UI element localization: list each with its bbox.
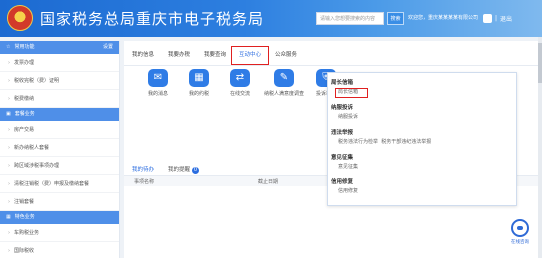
- main-tabs: 我的信息 我要办税 我要查询 互动中心 公众服务: [124, 41, 540, 66]
- online-consult-widget[interactable]: 在线咨询: [507, 219, 533, 254]
- sidebar-item[interactable]: › 新办纳税人套餐: [0, 139, 119, 157]
- message-icon: ✉: [148, 69, 168, 87]
- sidebar-item-label: 税收完税（费）证明: [14, 78, 60, 84]
- menu-group-title: 违法举报: [331, 130, 354, 136]
- header-separator: |: [495, 15, 498, 22]
- sidebar-item-label: 车购税业务: [14, 230, 40, 236]
- sidebar-item[interactable]: › 税费缴纳: [0, 90, 119, 108]
- menu-group-title: 纳服投诉: [331, 105, 354, 111]
- sidebar-item-label: 发票办理: [14, 60, 35, 66]
- sidebar-section-package[interactable]: ▣ 套餐业务: [0, 108, 119, 121]
- menu-group-director-mailbox: 局长信箱 局长信箱: [328, 79, 518, 98]
- logout-link[interactable]: 退出: [500, 14, 512, 23]
- icon-label: 在线交流: [229, 91, 250, 97]
- icon-label: 纳税人满意度调查: [264, 91, 305, 97]
- sidebar-item-label: 新办纳税人套餐: [14, 145, 50, 151]
- menu-group-service-complaint: 纳服投诉 纳服投诉: [328, 104, 518, 121]
- menu-item-service-complaint[interactable]: 纳服投诉: [328, 113, 518, 121]
- my-messages-button[interactable]: ✉ 我的消息: [138, 69, 178, 97]
- header-user-area: ▼ | 退出: [483, 11, 512, 26]
- sidebar-item[interactable]: › 发票办理: [0, 54, 119, 72]
- menu-group-title: 信用修复: [331, 179, 354, 185]
- tab-public-service[interactable]: 公众服务: [275, 50, 297, 58]
- column-header-deadline: 截止日期: [258, 179, 279, 185]
- highlight-box: [231, 46, 269, 65]
- tax-logo-icon: [7, 5, 33, 31]
- package-icon: ▣: [6, 111, 11, 117]
- menu-group-violation-report: 违法举报 税务违法行为检举 税务干部违纪违法举报: [328, 129, 518, 146]
- grid-icon: ▦: [6, 214, 11, 220]
- bullet-icon: ›: [8, 60, 10, 66]
- top-header: 国家税务总局重庆市电子税务局 请输入您想要搜索的内容 搜索 欢迎您，重庆某某某某…: [0, 0, 542, 37]
- menu-item-tax-violation-report[interactable]: 税务违法行为检举: [338, 139, 378, 145]
- sidebar-item[interactable]: › 跨区域涉税事项办理: [0, 157, 119, 175]
- tab-my-reminders[interactable]: 我的提醒 0: [168, 165, 200, 174]
- sidebar: ☆ 常用功能 设置 › 发票办理 › 税收完税（费）证明 › 税费缴纳 ▣ 套餐业务 › 房…: [0, 41, 120, 258]
- sidebar-item[interactable]: › 税收完税（费）证明: [0, 72, 119, 90]
- tab-tax-handling[interactable]: 我要办税: [168, 50, 190, 58]
- robot-icon: [511, 219, 529, 237]
- tab-query[interactable]: 我要查询: [204, 50, 226, 58]
- satisfaction-survey-button[interactable]: ✎ 纳税人满意度调查: [264, 69, 304, 97]
- bullet-icon: ›: [8, 248, 10, 254]
- sidebar-item-label: 国际税收: [14, 248, 35, 254]
- sidebar-item[interactable]: › 国际税收: [0, 242, 119, 258]
- icon-label: 我的消息: [147, 91, 168, 97]
- sidebar-item[interactable]: › 车购税业务: [0, 224, 119, 242]
- bullet-icon: ›: [8, 181, 10, 187]
- sidebar-item-label: 税费缴纳: [14, 96, 35, 102]
- site-title: 国家税务总局重庆市电子税务局: [40, 10, 265, 28]
- menu-group-credit-repair: 信用修复 信用修复: [328, 178, 518, 195]
- star-icon: ☆: [6, 44, 11, 50]
- tab-label: 我的提醒: [168, 167, 191, 173]
- page-scrollbar[interactable]: [538, 37, 542, 258]
- search-button[interactable]: 搜索: [387, 12, 404, 25]
- search-input[interactable]: 请输入您想要搜索的内容: [316, 12, 384, 25]
- menu-item-credit-repair[interactable]: 信用修复: [328, 187, 518, 195]
- menu-group-title: 局长信箱: [331, 80, 354, 86]
- online-consult-label: 在线咨询: [511, 240, 529, 245]
- tab-my-info[interactable]: 我的信息: [132, 50, 154, 58]
- sidebar-item-label: 清税注销税（费）申报及缴纳套餐: [14, 181, 90, 187]
- reminder-count-badge: 0: [192, 167, 200, 174]
- sidebar-item-label: 跨区域涉税事项办理: [14, 163, 60, 169]
- welcome-text: 欢迎您，重庆某某某某有限公司: [408, 15, 479, 21]
- icon-label: 我的约税: [188, 91, 209, 97]
- sidebar-section-title: 套餐业务: [14, 111, 35, 117]
- bullet-icon: ›: [8, 145, 10, 151]
- menu-group-title: 意见征集: [331, 155, 354, 161]
- sidebar-settings-link[interactable]: 设置: [103, 41, 113, 54]
- survey-icon: ✎: [274, 69, 294, 87]
- sidebar-item[interactable]: › 注销套餐: [0, 193, 119, 211]
- bullet-icon: ›: [8, 78, 10, 84]
- bullet-icon: ›: [8, 127, 10, 133]
- sidebar-section-title: 特色业务: [14, 214, 35, 220]
- calendar-icon: ▦: [189, 69, 209, 87]
- sidebar-section-common[interactable]: ☆ 常用功能 设置: [0, 41, 119, 54]
- menu-item-opinion-collection[interactable]: 意见征集: [328, 163, 518, 171]
- menu-item-row: 税务违法行为检举 税务干部违纪违法举报: [328, 138, 518, 146]
- online-chat-button[interactable]: ⇄ 在线交流: [220, 69, 260, 97]
- sidebar-section-special[interactable]: ▦ 特色业务: [0, 211, 119, 224]
- bullet-icon: ›: [8, 230, 10, 236]
- bullet-icon: ›: [8, 96, 10, 102]
- scrollbar-thumb[interactable]: [538, 43, 542, 83]
- sidebar-section-title: 常用功能: [14, 44, 35, 50]
- my-tax-appointment-button[interactable]: ▦ 我的约税: [179, 69, 219, 97]
- menu-group-opinion-collection: 意见征集 意见征集: [328, 154, 518, 171]
- highlight-box: [335, 88, 368, 98]
- interaction-dropdown: 局长信箱 局长信箱 纳服投诉 纳服投诉 违法举报 税务违法行为检举 税务干部违纪…: [327, 72, 517, 206]
- sidebar-item-label: 注销套餐: [14, 199, 35, 205]
- sidebar-item[interactable]: › 清税注销税（费）申报及缴纳套餐: [0, 175, 119, 193]
- sidebar-item[interactable]: › 房产交易: [0, 121, 119, 139]
- sidebar-item-label: 房产交易: [14, 127, 35, 133]
- chat-icon: ⇄: [230, 69, 250, 87]
- user-dropdown-button[interactable]: ▼: [483, 14, 492, 23]
- menu-item-cadre-violation-report[interactable]: 税务干部违纪违法举报: [381, 139, 431, 145]
- bullet-icon: ›: [8, 163, 10, 169]
- bullet-icon: ›: [8, 199, 10, 205]
- column-header-item: 事项名称: [134, 179, 155, 185]
